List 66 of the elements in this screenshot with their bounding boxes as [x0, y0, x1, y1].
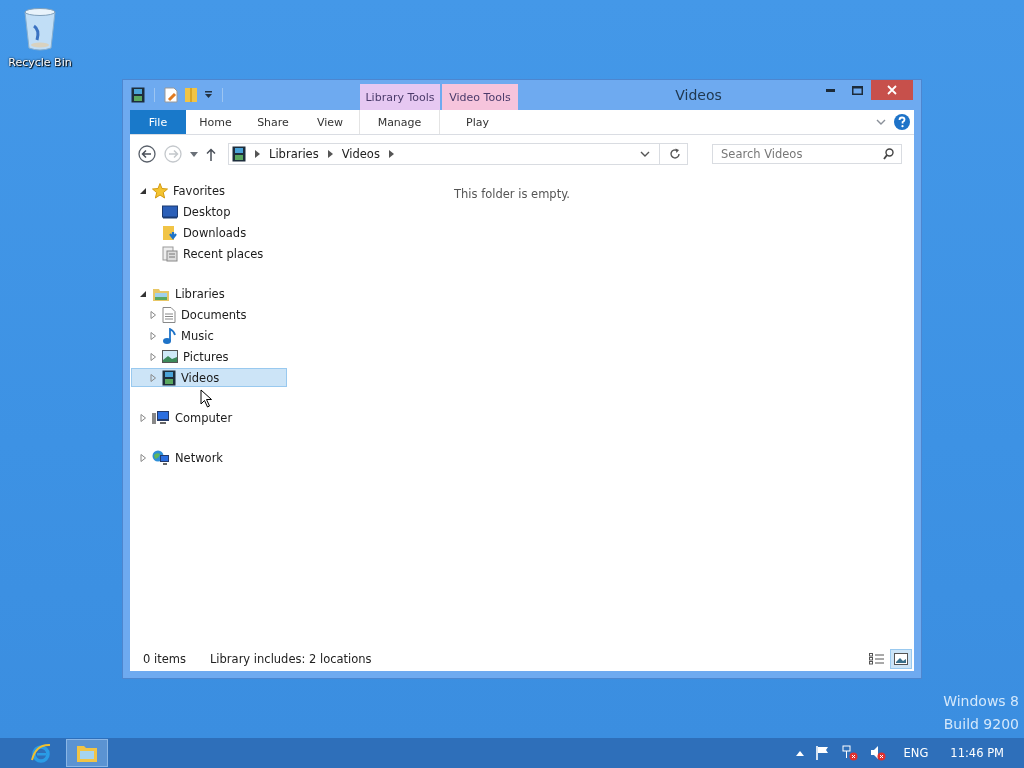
expander-icon[interactable]: [140, 289, 147, 298]
star-icon: [152, 182, 168, 199]
contextual-tab-header: Video Tools: [442, 84, 518, 110]
properties-icon[interactable]: [164, 87, 178, 103]
nav-item[interactable]: Recent places: [131, 244, 287, 263]
nav-item[interactable]: Libraries: [131, 284, 287, 303]
recent-places-icon: [162, 245, 178, 262]
computer-icon: [152, 409, 170, 426]
empty-folder-message: This folder is empty.: [454, 187, 570, 203]
chevron-right-icon: [255, 150, 260, 158]
trash-can-icon[interactable]: [22, 6, 58, 52]
film-icon: [162, 369, 176, 386]
monitor-icon: [162, 204, 178, 219]
browser-logo-icon: [30, 742, 52, 764]
search-field[interactable]: Search Videos: [712, 144, 902, 164]
item-count: 0 items: [143, 652, 186, 666]
close-icon: [887, 85, 897, 95]
refresh-icon[interactable]: [669, 148, 681, 160]
nav-item[interactable]: Pictures: [131, 347, 287, 366]
film-icon: [232, 146, 246, 162]
up-arrow-icon[interactable]: [206, 147, 216, 161]
nav-item[interactable]: Downloads: [131, 223, 287, 242]
chevron-right-icon: [327, 150, 333, 158]
music-note-icon: [162, 327, 176, 344]
input-language[interactable]: ENG: [903, 746, 929, 760]
network-icon: [152, 449, 170, 466]
folder-icon: [76, 743, 98, 763]
nav-item[interactable]: Desktop: [131, 202, 287, 221]
chevron-down-icon[interactable]: [640, 150, 650, 158]
maximize-icon: [852, 85, 863, 95]
close-button[interactable]: [871, 80, 913, 100]
landscape-icon: [162, 350, 178, 363]
os-version-text: Windows 8: [943, 692, 1019, 711]
speaker-muted-icon[interactable]: [869, 745, 886, 761]
clock[interactable]: 11:46 PM: [950, 746, 1004, 760]
caret-up-icon[interactable]: [795, 750, 804, 756]
ribbon-tab[interactable]: File: [130, 110, 186, 134]
flag-icon[interactable]: [815, 746, 830, 760]
nav-item[interactable]: Documents: [131, 305, 287, 324]
expander-icon[interactable]: [140, 186, 147, 195]
breadcrumb[interactable]: Libraries: [269, 147, 319, 161]
chevron-right-icon: [388, 150, 394, 158]
address-bar[interactable]: Libraries Videos: [228, 143, 688, 165]
document-icon: [162, 306, 176, 323]
nav-item[interactable]: Videos: [131, 368, 287, 387]
mouse-pointer-icon: [200, 389, 213, 408]
nav-item[interactable]: Favorites: [131, 181, 287, 200]
help-icon[interactable]: [894, 114, 910, 130]
chevron-icon[interactable]: [876, 118, 886, 126]
dropdown-arrow-icon[interactable]: [204, 91, 213, 99]
minimize-icon: [826, 88, 835, 92]
download-folder-icon: [162, 224, 178, 241]
search-icon: [883, 148, 894, 160]
contextual-tab-header: Library Tools: [360, 84, 440, 110]
os-version-text: Build 9200: [943, 715, 1019, 734]
window-title: Videos: [674, 86, 723, 105]
network-error-icon[interactable]: [841, 745, 858, 761]
back-button[interactable]: [138, 145, 156, 163]
nav-item[interactable]: Music: [131, 326, 287, 345]
nav-item[interactable]: Computer: [131, 408, 287, 427]
breadcrumb[interactable]: Videos: [341, 147, 380, 161]
nav-item[interactable]: Network: [131, 448, 287, 467]
film-icon[interactable]: [131, 87, 145, 103]
library-info: Library includes: 2 locations: [209, 652, 372, 666]
large-icons-view-button[interactable]: [890, 649, 912, 669]
dropdown-arrow-icon[interactable]: [190, 151, 198, 157]
